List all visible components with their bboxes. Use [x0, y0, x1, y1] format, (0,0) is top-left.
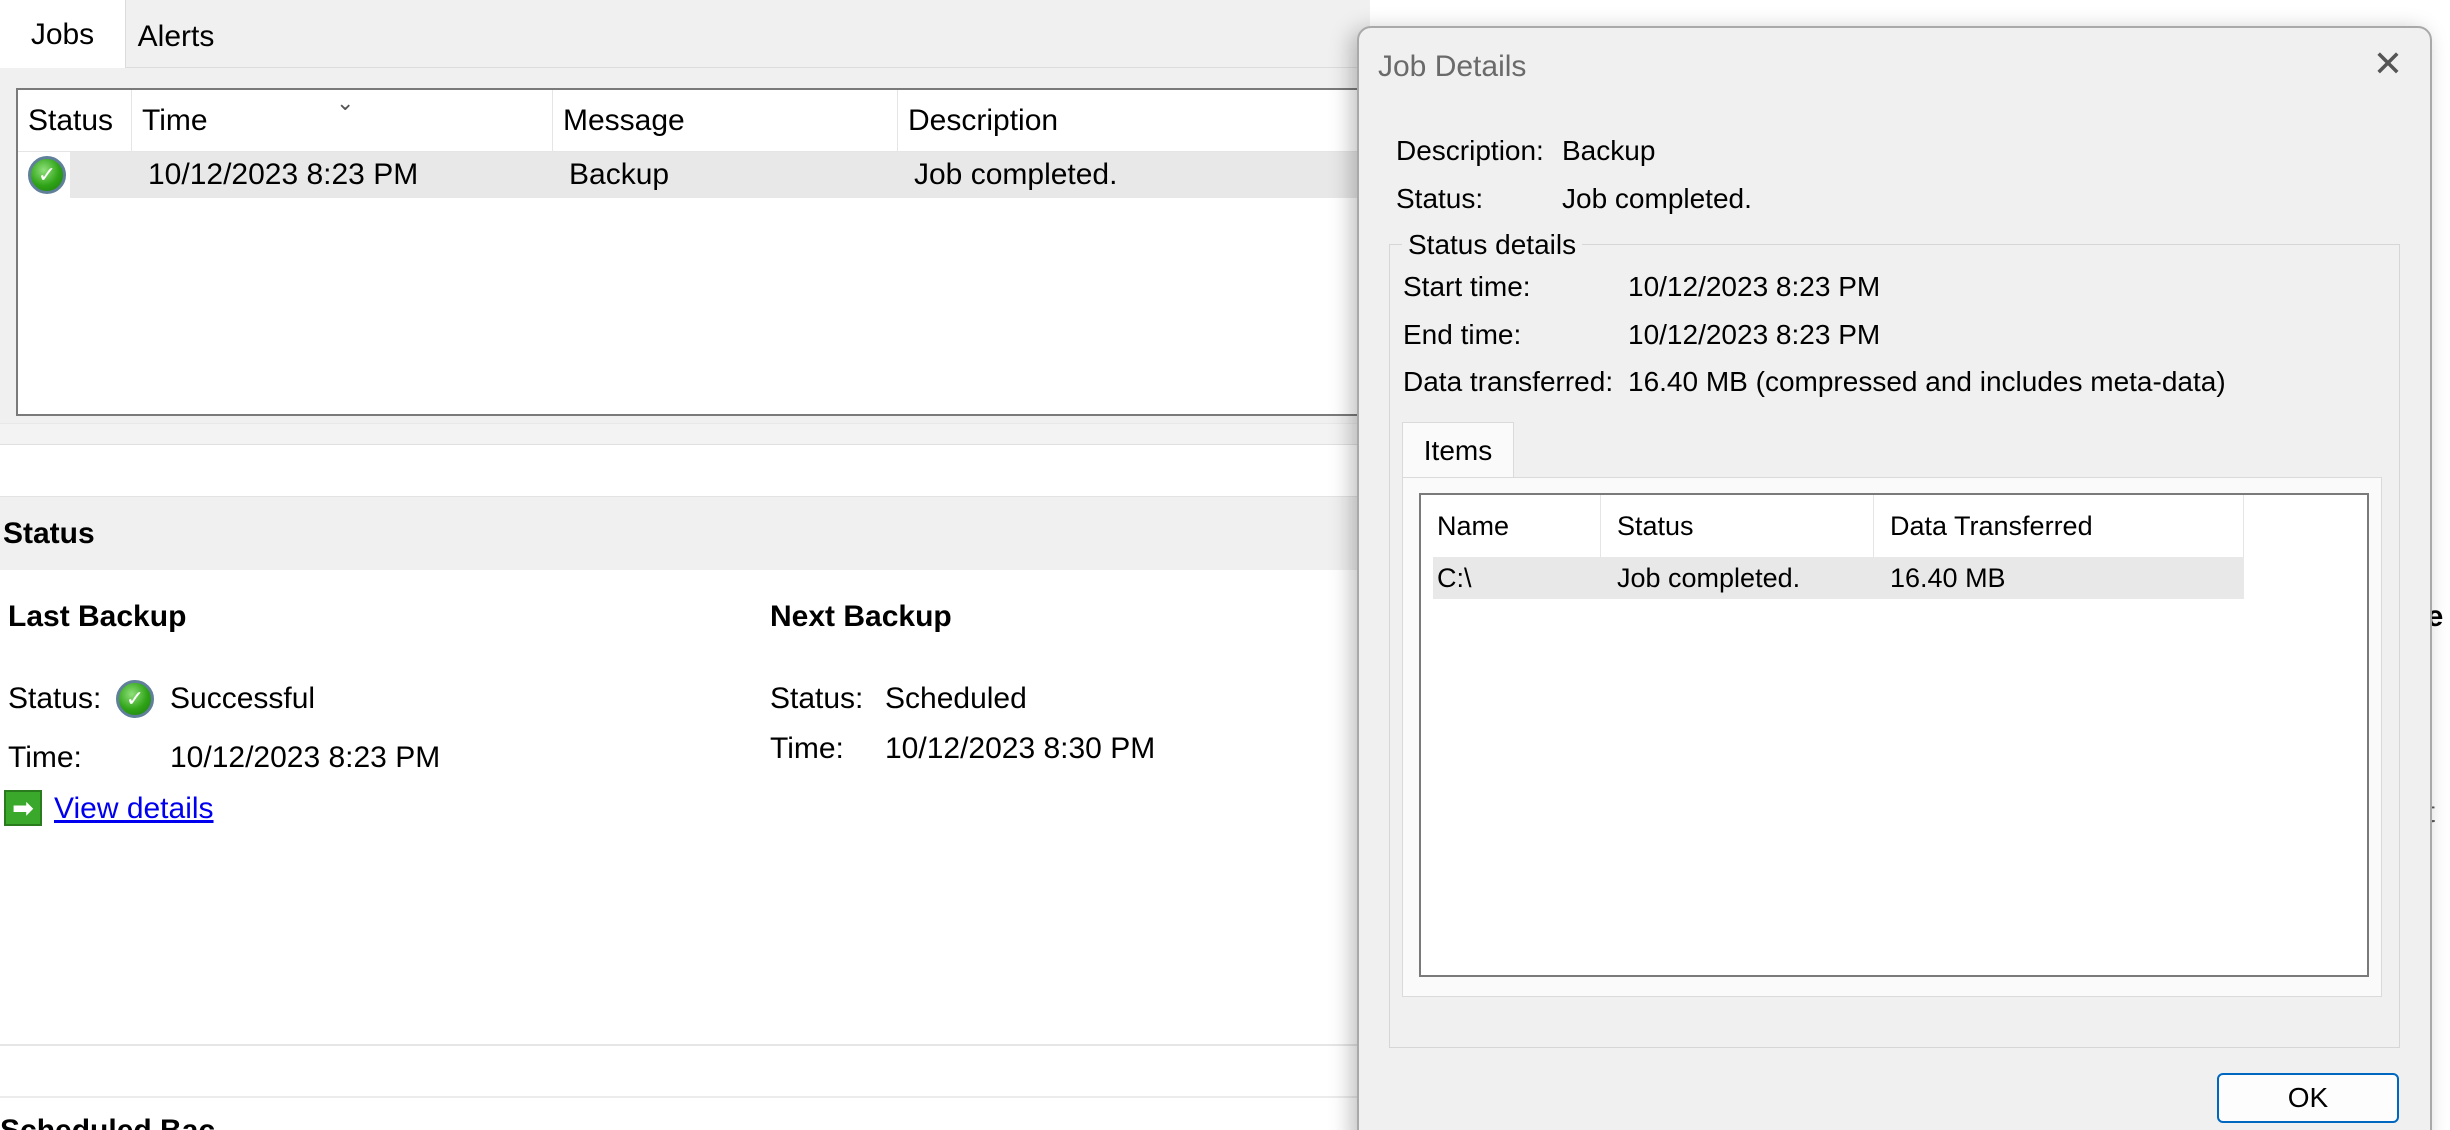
items-list-header: Name Status Data Transferred	[1421, 495, 2367, 557]
description-cell: Job completed.	[914, 158, 1118, 191]
section-divider	[0, 1044, 1370, 1046]
ok-button[interactable]: OK	[2217, 1073, 2399, 1123]
column-header-status-label: Status	[1617, 510, 1694, 541]
job-details-dialog: Job Details ✕ Description: Backup Status…	[1357, 26, 2432, 1130]
end-time-value: 10/12/2023 8:23 PM	[1628, 319, 1881, 350]
status-value: Job completed.	[1562, 183, 1752, 214]
time-cell: 10/12/2023 8:23 PM	[148, 158, 419, 191]
column-header-status-label: Status	[28, 104, 114, 137]
dialog-title: Job Details	[1378, 50, 1527, 83]
tab-jobs-label: Jobs	[30, 17, 95, 51]
description-label: Description:	[1396, 135, 1544, 166]
column-header-time-label: Time	[142, 104, 208, 137]
end-time-label: End time:	[1403, 319, 1522, 350]
items-tab-page: Name Status Data Transferred C:\ Job com…	[1402, 477, 2382, 997]
tab-items[interactable]: Items	[1402, 422, 1514, 478]
check-circle-icon: ✓	[28, 156, 66, 194]
last-backup-time-value: 10/12/2023 8:23 PM	[170, 741, 441, 774]
data-transferred-value: 16.40 MB (compressed and includes meta-d…	[1628, 366, 2226, 397]
table-row[interactable]: C:\ Job completed. 16.40 MB	[1433, 557, 2244, 599]
item-data-cell: 16.40 MB	[1890, 562, 2006, 593]
items-list[interactable]: Name Status Data Transferred C:\ Job com…	[1419, 493, 2369, 977]
column-header-description[interactable]: Description	[898, 90, 1378, 152]
close-icon[interactable]: ✕	[2366, 42, 2410, 86]
last-backup-time-label: Time:	[8, 741, 82, 774]
next-backup-status-label: Status:	[770, 682, 864, 715]
column-header-message[interactable]: Message	[553, 90, 898, 152]
check-circle-icon: ✓	[116, 680, 154, 718]
column-header-name-label: Name	[1437, 510, 1510, 541]
arrow-right-icon: ➡	[4, 790, 42, 826]
tab-items-label: Items	[1423, 434, 1493, 466]
tab-alerts-label: Alerts	[137, 20, 215, 53]
column-header-status[interactable]: Status	[1601, 495, 1874, 557]
table-row[interactable]: ✓ 10/12/2023 8:23 PM Backup Job complete…	[18, 152, 1370, 198]
dialog-titlebar[interactable]: Job Details ✕	[1359, 28, 2430, 106]
status-section-title: Status	[3, 517, 95, 550]
column-header-data-transferred[interactable]: Data Transferred	[1874, 495, 2244, 557]
last-backup-status-label: Status:	[8, 682, 102, 715]
start-time-value: 10/12/2023 8:23 PM	[1628, 271, 1881, 302]
jobs-list-header: Status Time ⌄ Message Description	[18, 90, 1370, 152]
jobs-panel: Status Time ⌄ Message Description ✓ 10/1…	[0, 68, 1370, 423]
tab-strip: Jobs Alerts	[0, 0, 1370, 69]
last-backup-status-value: Successful	[170, 682, 316, 715]
panel-divider[interactable]	[0, 423, 1370, 445]
column-header-name[interactable]: Name	[1421, 495, 1601, 557]
next-backup-time-label: Time:	[770, 732, 844, 765]
column-header-data-transferred-label: Data Transferred	[1890, 510, 2093, 541]
status-details-title: Status details	[1402, 229, 1583, 261]
item-name-cell: C:\	[1437, 562, 1472, 593]
sort-chevron-icon: ⌄	[336, 90, 355, 115]
message-cell: Backup	[569, 158, 670, 191]
section-divider	[0, 1096, 1370, 1098]
description-value: Backup	[1562, 135, 1656, 166]
tab-alerts[interactable]: Alerts	[126, 6, 226, 68]
next-backup-heading: Next Backup	[770, 600, 952, 633]
status-section-header: Status	[0, 496, 1370, 570]
tab-jobs[interactable]: Jobs	[0, 0, 126, 69]
view-details-link[interactable]: View details	[54, 792, 214, 826]
item-status-cell: Job completed.	[1617, 562, 1801, 593]
scheduled-backups-heading: Scheduled Bac	[0, 1114, 300, 1130]
last-backup-heading: Last Backup	[8, 600, 187, 633]
next-backup-status-value: Scheduled	[885, 682, 1027, 715]
status-label: Status:	[1396, 183, 1484, 214]
column-header-status[interactable]: Status	[18, 90, 132, 152]
column-header-message-label: Message	[563, 104, 685, 137]
status-cell: ✓	[28, 152, 66, 198]
column-header-description-label: Description	[908, 104, 1059, 137]
data-transferred-label: Data transferred:	[1403, 366, 1614, 397]
jobs-list[interactable]: Status Time ⌄ Message Description ✓ 10/1…	[16, 88, 1370, 416]
next-backup-time-value: 10/12/2023 8:30 PM	[885, 732, 1156, 765]
start-time-label: Start time:	[1403, 271, 1531, 302]
